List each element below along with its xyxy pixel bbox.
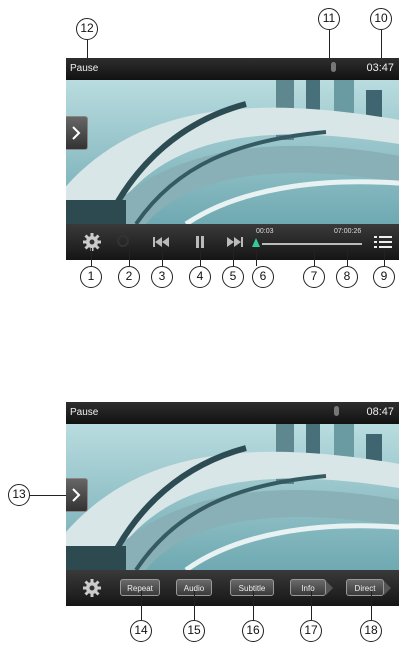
- video-frame: [66, 424, 399, 570]
- side-menu-tab[interactable]: [66, 116, 88, 150]
- callout-9: 9: [373, 266, 395, 288]
- leader-line: [162, 248, 164, 266]
- direct-button[interactable]: Direct: [346, 579, 391, 596]
- callout-17: 17: [300, 620, 322, 642]
- callout-4: 4: [189, 266, 211, 288]
- callout-2: 2: [118, 266, 140, 288]
- leader-line: [91, 248, 93, 266]
- gear-icon[interactable]: [82, 578, 102, 598]
- bottom-screen: Pause 08:47 Repeat Audio Subtitle Info D…: [66, 402, 399, 606]
- microphone-icon: [334, 406, 339, 416]
- subtitle-button[interactable]: Subtitle: [230, 579, 274, 596]
- leader-line: [256, 248, 258, 266]
- callout-14: 14: [130, 620, 152, 642]
- callout-6: 6: [252, 266, 274, 288]
- leader-line: [30, 495, 66, 497]
- leader-line: [253, 591, 255, 620]
- leader-line: [129, 248, 131, 266]
- microphone-icon: [331, 62, 336, 72]
- callout-7: 7: [303, 266, 325, 288]
- pause-icon[interactable]: [194, 235, 206, 249]
- callout-5: 5: [222, 266, 244, 288]
- chevron-right-icon: [72, 126, 81, 140]
- repeat-button[interactable]: Repeat: [120, 579, 160, 596]
- progress-track[interactable]: [262, 243, 362, 245]
- list-icon[interactable]: [374, 235, 392, 249]
- callout-16: 16: [242, 620, 264, 642]
- skip-back-icon[interactable]: [152, 236, 170, 248]
- chevron-right-icon: [72, 488, 81, 502]
- top-screen: Pause 03:47 00:03 07:00:26: [66, 58, 399, 260]
- info-button[interactable]: Info: [290, 579, 333, 596]
- clock: 08:47: [366, 406, 394, 418]
- leader-line: [314, 248, 316, 266]
- leader-line: [194, 591, 196, 620]
- callout-10: 10: [370, 8, 392, 30]
- callout-18: 18: [360, 620, 382, 642]
- callout-12: 12: [76, 18, 98, 40]
- callout-8: 8: [336, 266, 358, 288]
- status-bar: Pause 08:47: [66, 402, 399, 424]
- circle-icon[interactable]: [116, 234, 130, 248]
- callout-15: 15: [183, 620, 205, 642]
- total-time: 07:00:26: [334, 228, 362, 235]
- skip-forward-icon[interactable]: [226, 236, 244, 248]
- status-title: Pause: [70, 407, 99, 418]
- side-menu-tab[interactable]: [66, 478, 88, 512]
- elapsed-time: 00:03: [256, 228, 274, 235]
- video-frame: [66, 80, 399, 224]
- leader-line: [347, 248, 349, 266]
- progress-knob[interactable]: [252, 238, 260, 247]
- callout-13: 13: [8, 484, 30, 506]
- leader-line: [384, 248, 386, 266]
- callout-11: 11: [318, 8, 340, 30]
- option-bar: Repeat Audio Subtitle Info Direct: [66, 570, 399, 606]
- leader-line: [200, 248, 202, 266]
- leader-line: [371, 591, 373, 620]
- leader-line: [311, 591, 313, 620]
- leader-line: [233, 248, 235, 266]
- callout-1: 1: [80, 266, 102, 288]
- callout-3: 3: [151, 266, 173, 288]
- status-title: Pause: [70, 63, 99, 74]
- leader-line: [141, 591, 143, 620]
- clock: 03:47: [366, 62, 394, 74]
- status-bar: Pause 03:47: [66, 58, 399, 80]
